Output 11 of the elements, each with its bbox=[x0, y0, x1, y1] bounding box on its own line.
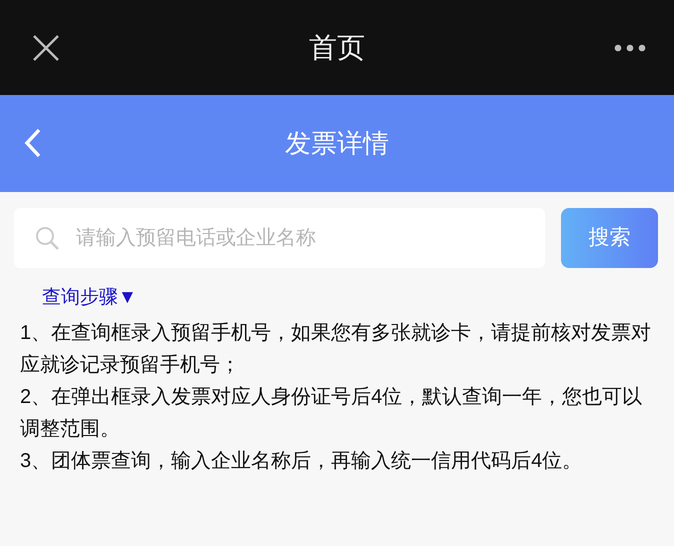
step-text: 1、在查询框录入预留手机号，如果您有多张就诊卡，请提前核对发票对应就诊记录预留手机号； bbox=[20, 320, 652, 378]
close-icon[interactable] bbox=[32, 34, 60, 62]
steps-toggle[interactable]: 查询步骤▼ bbox=[42, 287, 137, 308]
step-text: 3、团体票查询，输入企业名称后，再输入统一信用代码后4位。 bbox=[20, 448, 584, 474]
step-text: 2、在弹出框录入发票对应人身份证号后4位，默认查询一年，您也可以调整范围。 bbox=[20, 384, 644, 442]
more-icon[interactable] bbox=[614, 44, 646, 52]
search-field[interactable]: 请输入预留电话或企业名称 bbox=[14, 208, 545, 268]
page-title: 首页 bbox=[309, 30, 365, 64]
search-icon bbox=[34, 225, 60, 251]
header-title: 发票详情 bbox=[285, 127, 389, 160]
back-icon[interactable] bbox=[24, 128, 42, 158]
